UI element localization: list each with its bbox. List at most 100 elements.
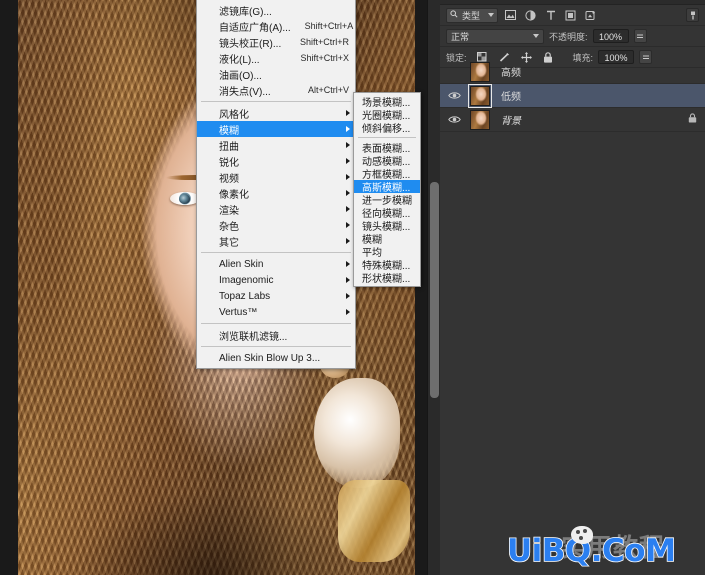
watermark-badge-icon (571, 526, 593, 544)
filter-menu-item[interactable]: 杂色 (197, 217, 355, 233)
filter-menu-item-label: 镜头校正(R)... (219, 38, 282, 50)
opacity-stepper[interactable] (633, 29, 647, 43)
blend-mode-select[interactable]: 正常 (446, 28, 544, 44)
filter-menu-item-shortcut: Alt+Ctrl+V (307, 85, 349, 95)
layer-visibility-toggle[interactable] (443, 115, 465, 124)
filter-menu-item[interactable]: Imagenomic (197, 272, 355, 288)
filter-menu-item-label: Alien Skin (219, 258, 264, 270)
filter-menu-item[interactable]: 液化(L)... Shift+Ctrl+X (197, 50, 355, 66)
filter-menu-item-label: 锐化 (219, 157, 239, 169)
vertical-scrollbar[interactable] (427, 0, 440, 575)
layer-filter-type-label: 类型 (462, 10, 481, 21)
submenu-arrow-icon (346, 158, 350, 164)
blur-submenu-item-label: 形状模糊... (362, 274, 411, 285)
filter-menu-item-label: 其它 (219, 237, 239, 249)
filter-menu-item-label: Alien Skin Blow Up 3... (219, 352, 321, 364)
submenu-arrow-icon (346, 142, 350, 148)
filter-menu-item-label: 浏览联机滤镜... (219, 331, 288, 343)
layer-name[interactable]: 高频 (495, 64, 521, 79)
vertical-scrollbar-thumb[interactable] (430, 182, 439, 398)
layer-row[interactable]: 低频 (440, 83, 705, 108)
filter-enable-toggle[interactable] (686, 8, 699, 22)
chevron-down-icon[interactable] (488, 13, 494, 17)
menu-separator (358, 137, 416, 138)
filter-menu-item-label: 杂色 (219, 221, 239, 233)
submenu-arrow-icon (346, 293, 350, 299)
layer-name[interactable]: 背景 (495, 112, 521, 127)
filter-menu-item[interactable]: Vertus™ (197, 304, 355, 320)
filter-menu-item-label: 自适应广角(A)... (219, 22, 291, 34)
filter-menu-item[interactable]: 风格化 (197, 105, 355, 121)
blur-submenu[interactable]: 场景模糊... 光圈模糊... 倾斜偏移... 表面模糊... 动感模糊... 方框模糊.… (353, 92, 421, 287)
filter-menu-item[interactable]: 滤镜库(G)... (197, 2, 355, 18)
blur-submenu-item[interactable]: 形状模糊... (354, 271, 420, 285)
submenu-arrow-icon (346, 174, 350, 180)
filter-menu-item-label: 像素化 (219, 189, 249, 201)
filter-menu-item[interactable]: 镜头校正(R)... Shift+Ctrl+R (197, 34, 355, 50)
filter-menu-item-label: 扭曲 (219, 141, 239, 153)
filter-menu-item[interactable]: 锐化 (197, 153, 355, 169)
filter-menu-item[interactable]: 视频 (197, 169, 355, 185)
chevron-down-icon[interactable] (533, 34, 539, 38)
layer-filter-row: 类型 (440, 5, 705, 26)
filter-menu[interactable]: 滤镜库(G)... 自适应广角(A)... Shift+Ctrl+A 镜头校正(R).… (196, 0, 356, 369)
filter-menu-item-shortcut: Shift+Ctrl+X (300, 53, 349, 63)
submenu-arrow-icon (346, 190, 350, 196)
filter-menu-item-label: 液化(L)... (219, 54, 260, 66)
filter-menu-item[interactable]: 模糊 (197, 121, 355, 137)
submenu-arrow-icon (346, 126, 350, 132)
filter-menu-item[interactable]: 像素化 (197, 185, 355, 201)
menu-separator (201, 101, 351, 102)
filter-menu-item-label: 风格化 (219, 109, 249, 121)
blend-mode-value: 正常 (451, 31, 470, 42)
layer-thumbnail[interactable] (465, 61, 495, 82)
filter-menu-item[interactable]: 其它 (197, 233, 355, 249)
filter-menu-item[interactable]: 扭曲 (197, 137, 355, 153)
filter-menu-item[interactable]: 油画(O)... (197, 66, 355, 82)
blur-submenu-item[interactable]: 倾斜偏移... (354, 121, 420, 135)
pixel-layer-filter-icon[interactable] (503, 8, 518, 23)
filter-menu-item-shortcut: Shift+Ctrl+R (299, 37, 349, 47)
adjustment-layer-filter-icon[interactable] (523, 8, 538, 23)
type-layer-filter-icon[interactable] (543, 8, 558, 23)
blend-opacity-row: 正常 不透明度: 100% (440, 26, 705, 47)
filter-menu-item-label: 消失点(V)... (219, 86, 271, 98)
layer-visibility-toggle[interactable] (443, 91, 465, 100)
layer-name[interactable]: 低频 (495, 88, 521, 103)
submenu-arrow-icon (346, 277, 350, 283)
layer-thumbnail[interactable] (465, 83, 495, 108)
search-icon (450, 9, 458, 21)
filter-menu-item[interactable]: 消失点(V)... Alt+Ctrl+V (197, 82, 355, 98)
photoshop-window: 滤镜库(G)... 自适应广角(A)... Shift+Ctrl+A 镜头校正(R).… (0, 0, 705, 575)
opacity-label: 不透明度: (549, 31, 588, 42)
filter-menu-item[interactable]: Alien Skin Blow Up 3... (197, 350, 355, 366)
layer-filter-type-select[interactable]: 类型 (446, 7, 498, 23)
layer-list[interactable]: 高频 低频 背景 (440, 60, 705, 132)
submenu-arrow-icon (346, 261, 350, 267)
filter-menu-item-label: 渲染 (219, 205, 239, 217)
layers-panel: 类型 正常 不透明度: 100% 锁定: 填充: 100% 高频 低频 背景 (440, 0, 705, 575)
filter-menu-item-label: 油画(O)... (219, 70, 262, 82)
filter-menu-item-shortcut: Shift+Ctrl+A (304, 21, 354, 31)
menu-separator (201, 252, 351, 253)
layer-row[interactable]: 背景 (440, 108, 705, 132)
filter-menu-item-label: Topaz Labs (219, 290, 271, 302)
filter-menu-item-label: Imagenomic (219, 274, 274, 286)
menu-separator (201, 346, 351, 347)
layer-row[interactable]: 高频 (440, 60, 705, 84)
filter-menu-item[interactable]: 渲染 (197, 201, 355, 217)
filter-menu-item[interactable]: Topaz Labs (197, 288, 355, 304)
filter-menu-item-label: 模糊 (219, 125, 239, 137)
layer-thumbnail[interactable] (465, 109, 495, 130)
filter-menu-item-label: 滤镜库(G)... (219, 6, 272, 18)
submenu-arrow-icon (346, 222, 350, 228)
shape-layer-filter-icon[interactable] (563, 8, 578, 23)
filter-menu-item[interactable]: Alien Skin (197, 256, 355, 272)
layer-locked-icon (688, 113, 697, 126)
filter-menu-item[interactable]: 浏览联机滤镜... (197, 327, 355, 343)
smart-object-filter-icon[interactable] (583, 8, 598, 23)
filter-menu-item-label: Vertus™ (219, 306, 258, 318)
filter-menu-item[interactable]: 自适应广角(A)... Shift+Ctrl+A (197, 18, 355, 34)
blur-submenu-item-label: 倾斜偏移... (362, 124, 411, 135)
opacity-input[interactable]: 100% (592, 29, 629, 43)
